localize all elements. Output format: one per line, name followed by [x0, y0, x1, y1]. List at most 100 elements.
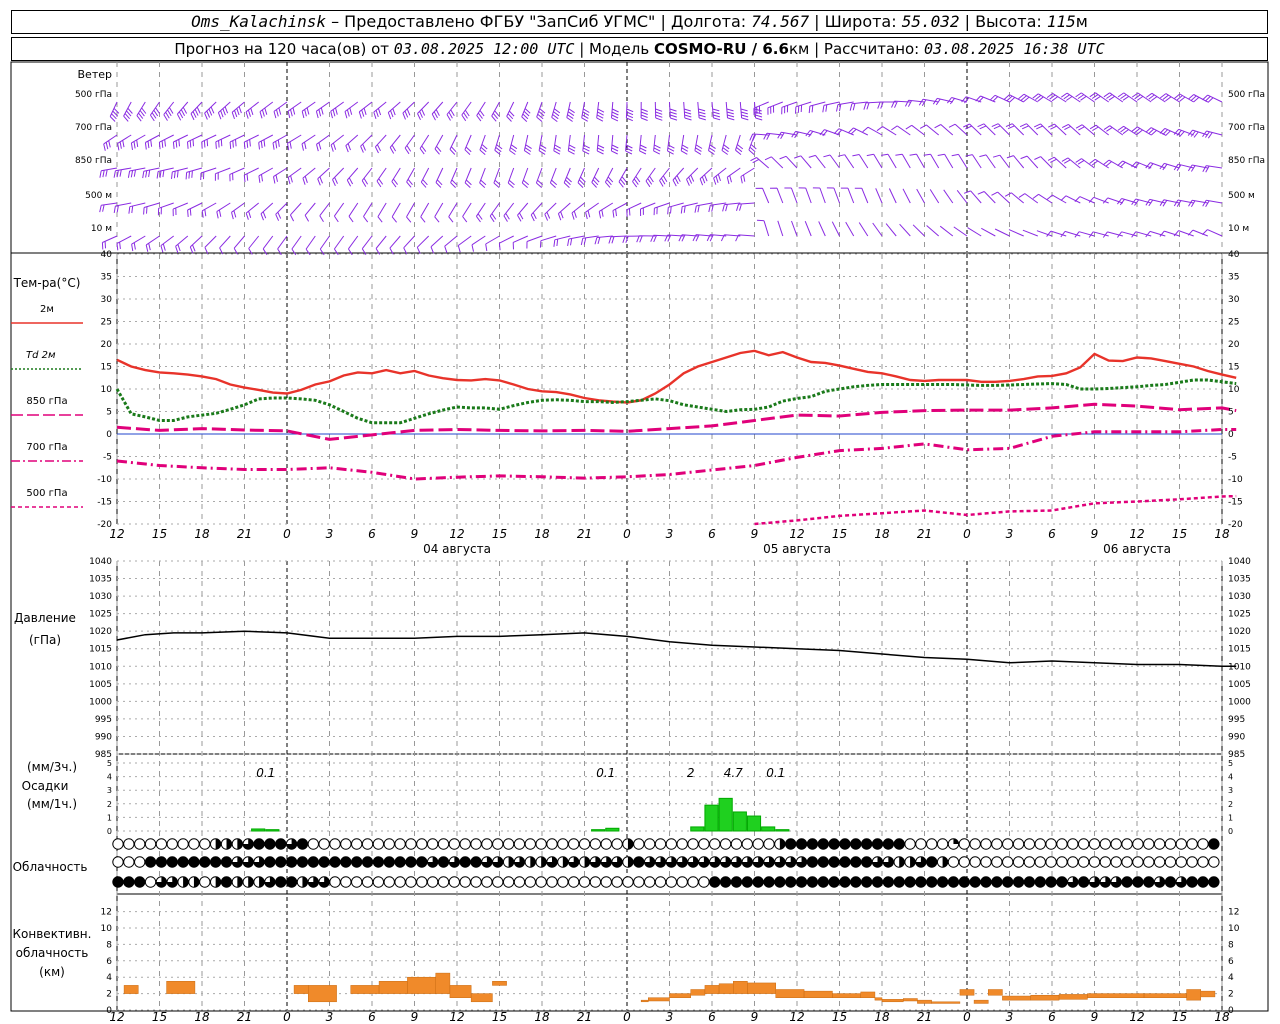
wind-barb	[361, 167, 373, 187]
wind-barb	[157, 202, 174, 216]
hour-label: 3	[1006, 1010, 1014, 1024]
wind-barb	[596, 101, 605, 122]
wind-barb	[333, 235, 345, 256]
cloud-cover-symbol	[448, 876, 461, 888]
wind-barb	[694, 134, 703, 155]
cloud-cover-symbol	[166, 838, 178, 850]
wind-barb	[448, 202, 458, 223]
hour-label: 0	[623, 527, 631, 541]
conv-tick-label: 10	[101, 924, 113, 934]
cloud-cover-symbol	[1045, 838, 1057, 850]
cloud-cover-symbol	[643, 876, 656, 888]
hour-label: 9	[411, 527, 419, 541]
wind-barb	[956, 189, 968, 204]
cloud-cover-symbol	[709, 876, 721, 888]
cloud-cover-symbol	[1110, 856, 1122, 868]
hour-label: 6	[368, 1010, 376, 1024]
cloud-cover-symbol	[307, 838, 319, 850]
wind-barb	[130, 134, 146, 150]
cloud-cover-symbol	[372, 876, 385, 888]
wind-barb	[585, 202, 599, 220]
cloud-cover-symbol	[492, 876, 504, 888]
conv-tick-label: 6	[1228, 957, 1234, 967]
wind-barb	[725, 101, 735, 121]
cloud-cover-symbol	[264, 856, 276, 868]
wind-barb	[444, 235, 458, 253]
wind-barb	[611, 101, 619, 122]
hour-label: 9	[1091, 527, 1099, 541]
cloud-cover-symbol	[633, 838, 645, 850]
temp-tick-label: -5	[1228, 453, 1237, 463]
wind-barb	[992, 154, 1010, 169]
hour-label: 18	[1214, 1010, 1230, 1024]
hour-label: 9	[411, 1010, 419, 1024]
convective-cloud-segment	[733, 981, 748, 994]
pressure-tick-label: 995	[95, 715, 112, 725]
cloud-cover-symbol	[1077, 876, 1090, 888]
temp-axis-title: Тем-ра(°С)	[13, 276, 81, 290]
wind-barb	[289, 202, 302, 222]
wind-barb	[567, 134, 576, 155]
wind-barb	[981, 227, 996, 237]
convective-cloud-segment	[640, 999, 649, 1003]
pressure-tick-label: 1025	[89, 610, 112, 620]
wind-barb	[200, 167, 217, 181]
convective-cloud-segment	[832, 993, 862, 998]
wind-barb	[373, 101, 387, 119]
wind-barb	[756, 219, 770, 237]
wind-barb	[1034, 156, 1053, 169]
cloud-cover-symbol	[1012, 876, 1025, 888]
wind-barb	[485, 235, 500, 251]
wind-barb	[103, 134, 118, 151]
cloud-cover-fill	[226, 838, 232, 850]
temp-tick-label: 40	[1228, 250, 1240, 260]
precip-tick-label: 0	[107, 827, 112, 836]
cloud-cover-symbol	[1132, 876, 1144, 888]
cloud-cover-symbol	[155, 856, 168, 868]
convective-cloud-segment	[1058, 994, 1088, 1000]
temp-tick-label: 15	[101, 363, 112, 373]
cloud-cover-symbol	[372, 838, 385, 850]
pressure-tick-label: 1010	[1228, 662, 1251, 672]
wind-barb	[939, 225, 954, 237]
precip-bar	[591, 829, 606, 832]
cloud-cover-symbol	[1034, 856, 1046, 868]
cloud-cover-symbol	[405, 838, 417, 850]
cloud-cover-symbol	[926, 856, 938, 868]
cloud-cover-symbol	[828, 876, 840, 888]
cloud-axis-title: Облачность	[13, 860, 88, 874]
cloud-cover-fill	[910, 856, 916, 868]
wind-barb	[273, 101, 288, 119]
cloud-cover-symbol	[264, 838, 276, 850]
cloud-cover-symbol	[1121, 856, 1133, 868]
cloud-cover-symbol	[698, 838, 710, 850]
cloud-cover-symbol	[1034, 838, 1046, 850]
cloud-cover-symbol	[709, 838, 721, 850]
cloud-cover-symbol	[785, 838, 797, 850]
cloud-cover-symbol	[1121, 876, 1133, 888]
precip-total-label: 2	[687, 766, 695, 780]
cloud-cover-symbol	[1023, 838, 1036, 850]
wind-barb	[943, 189, 954, 204]
wind-barb	[845, 221, 855, 237]
cloud-cover-symbol	[437, 856, 450, 868]
cloud-cover-symbol	[253, 838, 265, 850]
wind-barb	[163, 101, 175, 121]
wind-barb	[591, 167, 600, 188]
wind-barb	[333, 202, 345, 223]
wind-barb	[1005, 123, 1025, 136]
cloud-cover-symbol	[1067, 838, 1079, 850]
cloud-cover-symbol	[546, 876, 558, 888]
cloud-cover-symbol	[134, 856, 146, 868]
cloud-cover-symbol	[394, 876, 406, 888]
temp-tick-label: 20	[101, 340, 113, 350]
convective-cloud-segment	[931, 1001, 961, 1004]
hour-label: 18	[194, 527, 210, 541]
wind-barb	[875, 188, 883, 204]
cloud-cover-fill	[899, 856, 905, 868]
cloud-cover-symbol	[741, 876, 753, 888]
conv-tick-label: 2	[1228, 990, 1234, 1000]
cloud-cover-symbol	[209, 856, 222, 868]
wind-barb	[667, 134, 675, 155]
cloud-cover-fill	[183, 876, 189, 888]
